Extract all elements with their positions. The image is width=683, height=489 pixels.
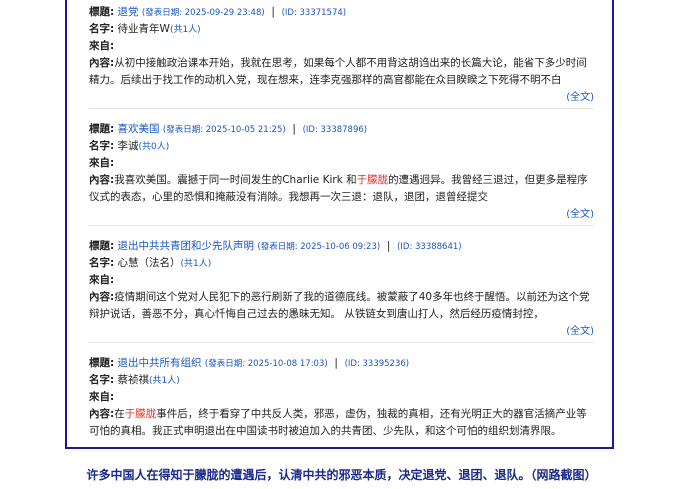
entry-title-row: 標題: 退党 (發表日期: 2025-09-29 23:48) | (ID: 3…: [89, 6, 347, 18]
entry-3: 標題: 退出中共共青团和少先队声明 (發表日期: 2025-10-06 09:2…: [89, 238, 594, 340]
author-name: 李诚: [117, 140, 139, 152]
post-date: (發表日期: 2025-10-06 09:23): [257, 242, 381, 252]
post-id: (ID: 33371574): [281, 8, 347, 18]
highlighted-name: 于朦胧: [356, 174, 389, 186]
content-label: 內容:: [89, 174, 115, 186]
entry-title-link[interactable]: 退党: [118, 6, 139, 18]
content-label: 內容:: [89, 57, 115, 69]
author-name: 待业青年W: [117, 23, 170, 35]
divider: [89, 108, 594, 109]
entry-name-row: 名字: 心慧（法名）(共1人): [89, 255, 594, 272]
post-id: (ID: 33387896): [302, 125, 368, 135]
author-name: 蔡祯祺: [117, 374, 150, 386]
entry-2: 標題: 喜欢美国 (發表日期: 2025-10-05 21:25) | (ID:…: [89, 121, 594, 223]
entry-from-row: 來自:: [89, 389, 594, 406]
entry-title-link[interactable]: 退出中共所有组织: [118, 357, 202, 369]
content-text: 在: [114, 408, 125, 420]
from-label: 來自:: [89, 274, 115, 286]
from-label: 來自:: [89, 157, 115, 169]
entry-content: 內容:我喜欢美国。震撼于同一时间发生的Charlie Kirk 和于朦胧的遭遇迥…: [89, 172, 594, 206]
name-label: 名字:: [89, 374, 115, 386]
screenshot-frame: 標題: 退党 (發表日期: 2025-09-29 23:48) | (ID: 3…: [65, 0, 614, 449]
entry-content: 內容:疫情期间这个党对人民犯下的恶行刷新了我的道德底线。被蒙蔽了40多年也终于醒…: [89, 289, 594, 323]
content-text: 事件后，终于看穿了中共反人类，邪恶，虚伪，独裁的真相，还有光明正大的器官活摘产业…: [89, 408, 587, 437]
title-label: 標題:: [89, 240, 115, 252]
post-id: (ID: 33395236): [344, 359, 410, 369]
entry-content: 內容:在于朦胧事件后，终于看穿了中共反人类，邪恶，虚伪，独裁的真相，还有光明正大…: [89, 406, 594, 440]
entry-name-row: 名字: 李诚(共0人): [89, 138, 594, 155]
author-name: 心慧（法名）: [117, 257, 181, 269]
post-id: (ID: 33388641): [397, 242, 462, 252]
post-date: (發表日期: 2025-10-08 17:03): [204, 359, 328, 369]
highlighted-name: 于朦胧: [124, 408, 157, 420]
title-label: 標題:: [89, 6, 115, 18]
read-more-link[interactable]: (全文): [89, 89, 594, 106]
post-date: (發表日期: 2025-10-05 21:25): [162, 125, 286, 135]
name-label: 名字:: [89, 23, 115, 35]
entry-name-row: 名字: 蔡祯祺(共1人): [89, 372, 594, 389]
entry-1: 標題: 退党 (發表日期: 2025-09-29 23:48) | (ID: 3…: [89, 4, 594, 106]
content-label: 內容:: [89, 408, 115, 420]
people-count: (共1人): [180, 259, 212, 269]
people-count: (共1人): [149, 376, 180, 386]
entry-title-link[interactable]: 退出中共共青团和少先队声明: [118, 240, 255, 252]
entry-content: 內容:从初中接触政治课本开始，我就在思考，如果每个人都不用背这胡诌出来的长篇大论…: [89, 55, 594, 89]
entry-title-row: 標題: 退出中共所有组织 (發表日期: 2025-10-08 17:03) | …: [89, 357, 410, 369]
entry-title-row: 標題: 退出中共共青团和少先队声明 (發表日期: 2025-10-06 09:2…: [89, 240, 462, 252]
divider: [89, 225, 594, 226]
entry-from-row: 來自:: [89, 272, 594, 289]
image-caption: 许多中国人在得知于朦胧的遭遇后，认清中共的邪恶本质，决定退党、退团、退队。（网路…: [86, 468, 597, 482]
divider: [89, 342, 594, 343]
title-label: 標題:: [89, 357, 115, 369]
content-label: 內容:: [89, 291, 115, 303]
entry-from-row: 來自:: [89, 155, 594, 172]
read-more-link[interactable]: (全文): [89, 206, 594, 223]
entry-from-row: 來自:: [89, 38, 594, 55]
title-label: 標題:: [89, 123, 115, 135]
post-date: (發表日期: 2025-09-29 23:48): [141, 8, 265, 18]
entry-title-row: 標題: 喜欢美国 (發表日期: 2025-10-05 21:25) | (ID:…: [89, 123, 368, 135]
entry-4: 標題: 退出中共所有组织 (發表日期: 2025-10-08 17:03) | …: [89, 355, 594, 440]
entry-title-link[interactable]: 喜欢美国: [118, 123, 160, 135]
from-label: 來自:: [89, 40, 115, 52]
content-text: 从初中接触政治课本开始，我就在思考，如果每个人都不用背这胡诌出来的长篇大论，能省…: [89, 57, 587, 86]
read-more-link[interactable]: (全文): [89, 323, 594, 340]
people-count: (共0人): [138, 142, 170, 152]
people-count: (共1人): [169, 25, 201, 35]
name-label: 名字:: [89, 140, 115, 152]
name-label: 名字:: [89, 257, 115, 269]
content-text: 疫情期间这个党对人民犯下的恶行刷新了我的道德底线。被蒙蔽了40多年也终于醒悟。以…: [89, 291, 590, 320]
entry-name-row: 名字: 待业青年W(共1人): [89, 21, 594, 38]
from-label: 來自:: [89, 391, 115, 403]
content-text: 我喜欢美国。震撼于同一时间发生的Charlie Kirk 和: [114, 174, 357, 186]
